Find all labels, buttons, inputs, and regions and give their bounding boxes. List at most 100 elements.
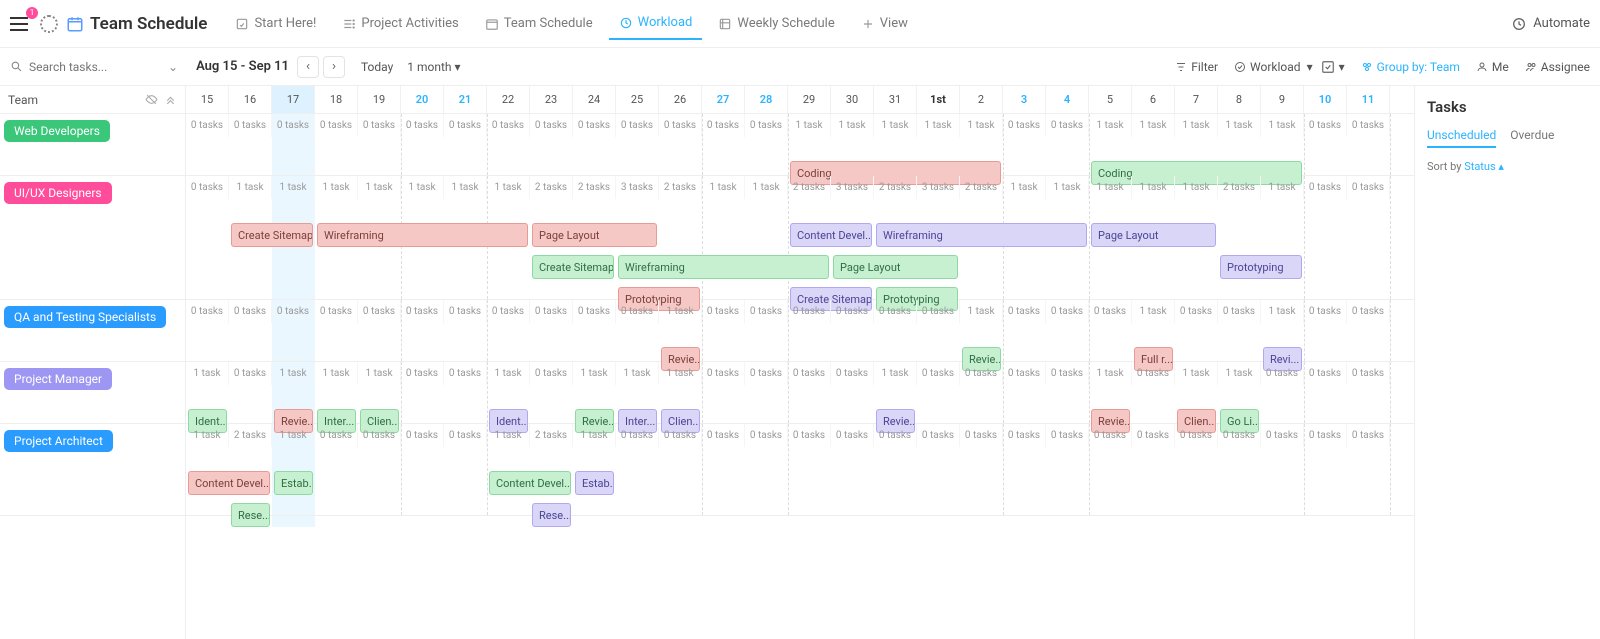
team-tag[interactable]: Project Manager	[4, 368, 112, 390]
task-bar[interactable]: Page Layout	[833, 255, 958, 279]
day-header[interactable]: 24	[573, 86, 616, 113]
tab-project-activities[interactable]: Project Activities	[332, 8, 468, 39]
task-bar[interactable]: Page Layout	[1091, 223, 1216, 247]
task-count: 0 tasks	[1003, 424, 1046, 447]
day-header[interactable]: 25	[616, 86, 659, 113]
task-count: 0 tasks	[1003, 114, 1046, 137]
day-header[interactable]: 21	[444, 86, 487, 113]
task-bar[interactable]: Create Sitemap	[532, 255, 614, 279]
task-count: 0 tasks	[702, 300, 745, 323]
prev-button[interactable]: ‹	[297, 56, 319, 78]
task-bar[interactable]: Rese...	[231, 503, 270, 527]
day-header[interactable]: 17	[272, 86, 315, 113]
task-count: 1 task	[831, 114, 874, 137]
task-bar[interactable]: Content Devel...	[790, 223, 872, 247]
task-count: 1 task	[1218, 362, 1261, 385]
task-bar[interactable]: Rese...	[532, 503, 571, 527]
groupby-button[interactable]: Group by: Team	[1361, 60, 1460, 74]
task-bar[interactable]: Create Sitemap	[231, 223, 313, 247]
day-header[interactable]: 31	[874, 86, 917, 113]
next-button[interactable]: ›	[323, 56, 345, 78]
task-bar[interactable]: Estab...	[575, 471, 614, 495]
tab-start-here-[interactable]: Start Here!	[225, 8, 326, 39]
task-count: 0 tasks	[831, 300, 874, 323]
day-header[interactable]: 8	[1218, 86, 1261, 113]
task-bar[interactable]: Estab...	[274, 471, 313, 495]
task-count: 0 tasks	[1046, 114, 1089, 137]
checkbox-icon[interactable]	[1321, 60, 1335, 74]
task-bar[interactable]: Wireframing	[876, 223, 1087, 247]
workload-button[interactable]: Workload ▾ ▾	[1234, 60, 1345, 74]
team-label-row: Project Architect	[0, 424, 185, 516]
team-tag[interactable]: Project Architect	[4, 430, 113, 452]
day-header[interactable]: 5	[1089, 86, 1132, 113]
task-count: 1 task	[1089, 362, 1132, 385]
automate-button[interactable]: Automate	[1511, 16, 1590, 32]
task-count: 2 tasks	[229, 424, 272, 447]
team-tag[interactable]: Web Developers	[4, 120, 110, 142]
day-header[interactable]: 23	[530, 86, 573, 113]
task-count: 1 task	[1175, 176, 1218, 199]
eye-off-icon[interactable]	[145, 93, 158, 106]
team-row: 0 tasks0 tasks0 tasks0 tasks0 tasks0 tas…	[186, 114, 1414, 176]
task-count: 2 tasks	[788, 176, 831, 199]
collapse-icon[interactable]	[164, 93, 177, 106]
task-bar[interactable]: Wireframing	[317, 223, 528, 247]
day-header[interactable]: 19	[358, 86, 401, 113]
day-header[interactable]: 7	[1175, 86, 1218, 113]
tasks-tab-overdue[interactable]: Overdue	[1510, 128, 1554, 148]
day-header[interactable]: 9	[1261, 86, 1304, 113]
assignee-button[interactable]: Assignee	[1525, 60, 1590, 74]
people-icon	[1525, 61, 1537, 73]
day-header[interactable]: 26	[659, 86, 702, 113]
day-header[interactable]: 4	[1046, 86, 1089, 113]
day-header[interactable]: 18	[315, 86, 358, 113]
day-header[interactable]: 20	[401, 86, 444, 113]
task-bar[interactable]: Page Layout	[532, 223, 657, 247]
day-header[interactable]: 29	[788, 86, 831, 113]
main-area: Team Web DevelopersUI/UX DesignersQA and…	[0, 86, 1600, 639]
sort-selector[interactable]: Status ▴	[1464, 160, 1504, 173]
search-input[interactable]	[29, 60, 139, 74]
today-button[interactable]: Today	[361, 60, 393, 74]
team-tag[interactable]: QA and Testing Specialists	[4, 306, 166, 328]
day-header[interactable]: 2	[960, 86, 1003, 113]
day-header[interactable]: 28	[745, 86, 788, 113]
tab-workload[interactable]: Workload	[609, 7, 703, 40]
person-icon	[1476, 61, 1488, 73]
task-count: 0 tasks	[358, 300, 401, 323]
task-bar[interactable]: Wireframing	[618, 255, 829, 279]
task-count: 0 tasks	[186, 176, 229, 199]
workload-grid[interactable]: 15161718192021222324252627282930311st234…	[186, 86, 1414, 639]
menu-button[interactable]: 1	[10, 13, 32, 35]
filter-button[interactable]: Filter	[1175, 60, 1218, 74]
day-header[interactable]: 15	[186, 86, 229, 113]
task-bar[interactable]: Content Devel...	[188, 471, 270, 495]
day-header[interactable]: 10	[1304, 86, 1347, 113]
tab-team-schedule[interactable]: Team Schedule	[475, 8, 603, 39]
app-icon[interactable]	[40, 15, 58, 33]
tab-view[interactable]: View	[851, 8, 918, 39]
day-header[interactable]: 6	[1132, 86, 1175, 113]
search-dropdown[interactable]: ⌄	[168, 60, 178, 74]
day-header[interactable]: 27	[702, 86, 745, 113]
toolbar: ⌄ Aug 15 - Sep 11 ‹ › Today 1 month ▾ Fi…	[0, 48, 1600, 86]
task-bar[interactable]: Prototyping	[1220, 255, 1302, 279]
day-header[interactable]: 11	[1347, 86, 1390, 113]
task-count: 0 tasks	[702, 114, 745, 137]
day-header[interactable]: 1st	[917, 86, 960, 113]
me-button[interactable]: Me	[1476, 60, 1509, 74]
day-header[interactable]: 16	[229, 86, 272, 113]
range-selector[interactable]: 1 month ▾	[407, 60, 460, 74]
search-box[interactable]	[10, 60, 160, 74]
day-header[interactable]: 22	[487, 86, 530, 113]
day-header[interactable]: 30	[831, 86, 874, 113]
task-bar[interactable]: Content Devel...	[489, 471, 571, 495]
task-count: 1 task	[229, 176, 272, 199]
date-range[interactable]: Aug 15 - Sep 11	[196, 59, 289, 74]
tab-weekly-schedule[interactable]: Weekly Schedule	[708, 8, 844, 39]
task-count: 0 tasks	[229, 362, 272, 385]
day-header[interactable]: 3	[1003, 86, 1046, 113]
tasks-tab-unscheduled[interactable]: Unscheduled	[1427, 128, 1496, 148]
team-tag[interactable]: UI/UX Designers	[4, 182, 112, 204]
